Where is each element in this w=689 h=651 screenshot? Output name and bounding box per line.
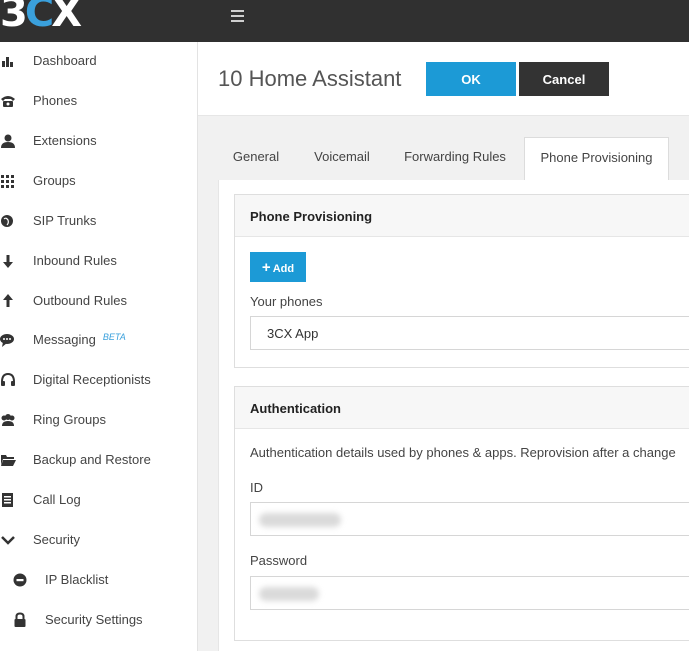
sidebar-item-label: Inbound Rules [33,253,117,268]
sidebar-item-label: Messaging BETA [33,332,126,347]
sidebar-item-outbound-rules[interactable]: Outbound Rules [0,282,197,320]
arrow-down-icon [3,255,13,268]
sidebar-item-label: Call Log [33,492,81,507]
tab-phone-provisioning[interactable]: Phone Provisioning [524,137,669,181]
sidebar-item-extensions[interactable]: Extensions [0,122,197,160]
sidebar-item-label: Outbound Rules [33,293,127,308]
phone-icon [1,96,15,107]
id-label: ID [250,480,263,495]
sidebar-item-label: Security Settings [45,612,143,627]
page-header: 10 Home Assistant OK Cancel [198,42,689,116]
plus-icon: + [261,258,271,276]
sidebar-item-label: IP Blacklist [45,572,109,587]
your-phones-list[interactable]: 3CX App [250,316,689,350]
sidebar-item-backup-and-restore[interactable]: Backup and Restore [0,441,197,479]
sidebar-item-label: Digital Receptionists [33,372,151,387]
sidebar-item-call-log[interactable]: Call Log [0,481,197,519]
sidebar-item-inbound-rules[interactable]: Inbound Rules [0,242,197,280]
tab-general[interactable]: General [218,137,294,180]
3cx-logo[interactable]: 3CX [0,0,82,34]
chevron-down-icon [1,536,15,545]
sidebar-item-sip-trunks[interactable]: SIP Trunks [0,202,197,240]
hamburger-icon[interactable] [231,10,244,22]
list-icon [2,493,13,507]
authentication-description: Authentication details used by phones & … [250,445,676,460]
top-bar: 3CX [0,0,689,42]
tab-forwarding-rules[interactable]: Forwarding Rules [392,137,518,180]
arrow-up-icon [3,294,13,307]
headset-icon [1,372,15,386]
panel-heading: Authentication [235,387,689,429]
phone-provisioning-panel: Phone Provisioning + Add Your phones 3CX … [234,194,689,368]
page-title: 10 Home Assistant [218,66,402,91]
your-phones-label: Your phones [250,294,323,309]
authentication-panel: Authentication Authentication details us… [234,386,689,641]
id-input[interactable] [250,502,689,536]
user-icon [1,134,15,148]
ok-button[interactable]: OK [426,62,516,96]
sidebar-item-security-settings[interactable]: Security Settings [0,601,197,639]
sidebar-item-label: Extensions [33,133,97,148]
panel-heading: Phone Provisioning [235,195,689,237]
tab-bar: General Voicemail Forwarding Rules Phone… [218,137,689,181]
sidebar-item-label: Backup and Restore [33,452,151,467]
sidebar-item-label: Ring Groups [33,412,106,427]
sidebar-item-ip-blacklist[interactable]: IP Blacklist [0,561,197,599]
folder-open-icon [1,455,16,466]
globe-icon [1,215,13,227]
beta-badge: BETA [102,332,126,342]
sidebar-item-security[interactable]: Security [0,521,197,559]
sidebar: Dashboard Phones Extensions Groups SIP T… [0,42,198,651]
tab-voicemail[interactable]: Voicemail [302,137,382,180]
sidebar-item-label: Phones [33,93,78,108]
sidebar-item-label: SIP Trunks [33,213,97,228]
sidebar-item-label: Dashboard [33,53,97,68]
sidebar-item-messaging[interactable]: Messaging BETA [0,321,197,359]
password-label: Password [250,553,308,568]
lock-icon [14,612,26,627]
chat-icon [0,334,14,347]
tab-content: Phone Provisioning + Add Your phones 3CX … [218,180,689,651]
redacted-value [259,587,319,601]
sidebar-item-label: Groups [33,173,76,188]
sidebar-item-dashboard[interactable]: Dashboard [0,42,197,80]
minus-circle-icon [13,573,27,587]
sidebar-item-groups[interactable]: Groups [0,162,197,200]
users-icon [1,414,15,426]
password-input[interactable] [250,576,689,610]
sidebar-item-ring-groups[interactable]: Ring Groups [0,401,197,439]
grid-icon [1,175,14,188]
add-phone-button[interactable]: + Add [250,252,306,282]
sidebar-item-digital-receptionists[interactable]: Digital Receptionists [0,361,197,399]
redacted-value [259,513,341,527]
main-area: 10 Home Assistant OK Cancel General Voic… [198,42,689,651]
cancel-button[interactable]: Cancel [519,62,609,96]
sidebar-item-label: Security [33,532,80,547]
sidebar-item-phones[interactable]: Phones [0,82,197,120]
bar-chart-icon [2,57,13,67]
